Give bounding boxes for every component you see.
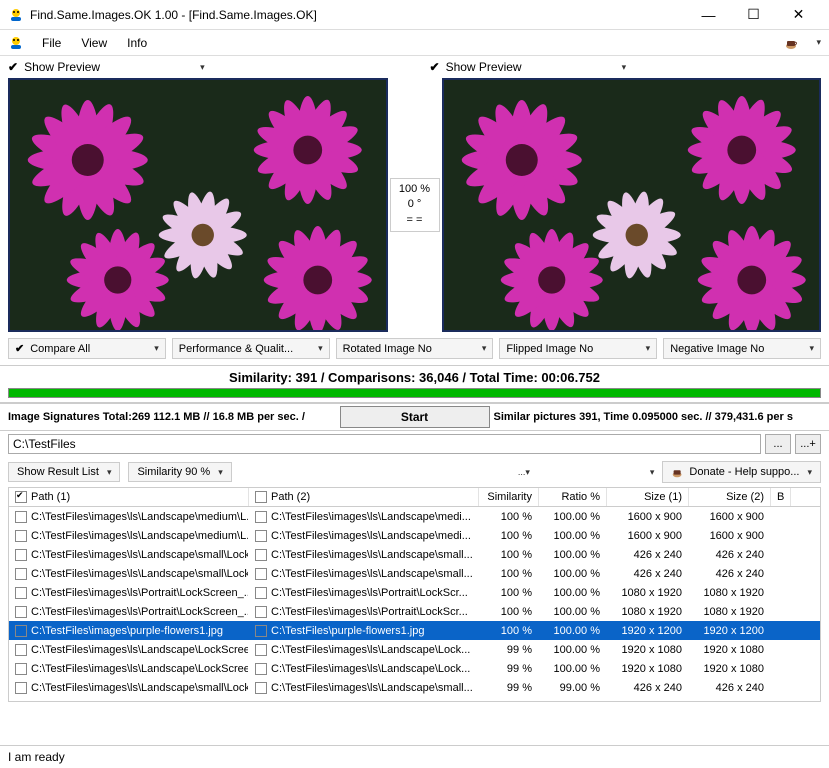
menu-file[interactable]: File [38,34,65,52]
flipped-dropdown[interactable]: Flipped Image No▾ [499,338,657,359]
chevron-down-icon[interactable]: ▾ [200,62,205,73]
check-icon: ✔ [430,60,440,74]
table-row[interactable]: C:\TestFiles\images\ls\Landscape\small\L… [9,678,820,697]
table-row[interactable]: C:\TestFiles\images\purple-flowers1.jpgC… [9,621,820,640]
chevron-down-icon[interactable]: ▾ [622,62,627,73]
minimize-button[interactable]: — [686,0,731,30]
status-bar: I am ready [0,745,829,768]
chevron-down-icon[interactable]: ▾ [816,37,821,48]
donate-button[interactable]: Donate - Help suppo...▾ [662,461,821,483]
check-icon: ✔ [8,60,18,74]
path-input[interactable] [8,434,761,454]
similarity-threshold-dropdown[interactable]: Similarity 90 %▾ [128,462,231,482]
compare-eq: = = [407,213,423,228]
chevron-down-icon[interactable]: ▾ [650,467,655,478]
table-row[interactable]: C:\TestFiles\images\ls\Landscape\LockScr… [9,697,820,699]
negative-dropdown[interactable]: Negative Image No▾ [663,338,821,359]
app-icon-small [8,35,24,51]
table-row[interactable]: C:\TestFiles\images\ls\Landscape\medium\… [9,526,820,545]
maximize-button[interactable]: ☐ [731,0,776,30]
table-row[interactable]: C:\TestFiles\images\ls\Landscape\small\L… [9,564,820,583]
similar-stats: Similar pictures 391, Time 0.095000 sec.… [494,411,822,423]
start-button[interactable]: Start [340,406,490,428]
coffee-icon [671,465,685,479]
coffee-icon[interactable] [784,35,800,51]
compare-mode-dropdown[interactable]: ✔Compare All▾ [8,338,166,359]
show-result-dropdown[interactable]: Show Result List▾ [8,462,120,482]
preview-right-label[interactable]: Show Preview [446,60,522,74]
table-row[interactable]: C:\TestFiles\images\ls\Landscape\small\L… [9,545,820,564]
rotated-dropdown[interactable]: Rotated Image No▾ [336,338,494,359]
col-size1[interactable]: Size (1) [607,488,689,506]
app-icon [8,7,24,23]
close-button[interactable]: ✕ [776,0,821,30]
menu-info[interactable]: Info [123,34,151,52]
col-path1[interactable]: Path (1) [9,488,249,506]
signatures-label: Image Signatures Total:269 112.1 MB // 1… [8,411,336,423]
col-path2[interactable]: Path (2) [249,488,479,506]
col-b[interactable]: B [771,488,791,506]
performance-dropdown[interactable]: Performance & Qualit...▾ [172,338,330,359]
table-row[interactable]: C:\TestFiles\images\ls\Landscape\medium\… [9,507,820,526]
compare-pct: 100 % [399,182,430,197]
table-row[interactable]: C:\TestFiles\images\ls\Portrait\LockScre… [9,602,820,621]
col-ratio[interactable]: Ratio % [539,488,607,506]
preview-right[interactable] [442,78,822,332]
preview-left-label[interactable]: Show Preview [24,60,100,74]
menu-view[interactable]: View [77,34,111,52]
stats-line: Similarity: 391 / Comparisons: 36,046 / … [0,366,829,388]
chevron-down-icon[interactable]: ...▾ [518,467,530,478]
results-table: Path (1) Path (2) Similarity Ratio % Siz… [8,487,821,702]
table-row[interactable]: C:\TestFiles\images\ls\Portrait\LockScre… [9,583,820,602]
add-path-button[interactable]: ...+ [795,434,821,454]
col-size2[interactable]: Size (2) [689,488,771,506]
compare-rot: 0 ° [408,197,422,212]
browse-button[interactable]: ... [765,434,791,454]
table-row[interactable]: C:\TestFiles\images\ls\Landscape\LockScr… [9,640,820,659]
progress-bar [8,388,821,398]
preview-compare-info: 100 % 0 ° = = [390,178,440,232]
titlebar: Find.Same.Images.OK 1.00 - [Find.Same.Im… [0,0,829,30]
col-similarity[interactable]: Similarity [479,488,539,506]
window-title: Find.Same.Images.OK 1.00 - [Find.Same.Im… [30,8,686,22]
menubar: File View Info ▾ [0,30,829,56]
table-row[interactable]: C:\TestFiles\images\ls\Landscape\LockScr… [9,659,820,678]
preview-left[interactable] [8,78,388,332]
